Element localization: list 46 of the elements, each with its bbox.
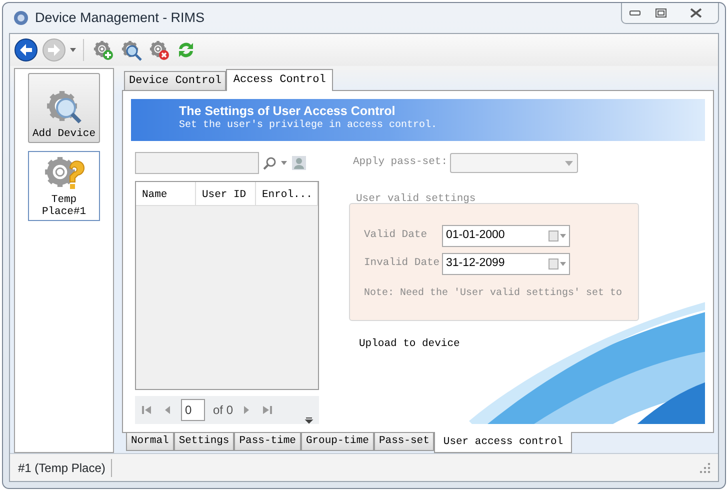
pass-set-dropdown[interactable] xyxy=(450,153,578,173)
resize-grip-icon[interactable] xyxy=(700,462,710,472)
status-text: #1 (Temp Place) xyxy=(18,458,112,476)
close-icon[interactable] xyxy=(690,8,702,18)
gear-x-icon[interactable] xyxy=(147,38,171,62)
last-page-icon[interactable] xyxy=(261,404,274,416)
caret-icon[interactable] xyxy=(564,160,573,166)
tab[interactable]: Access Control xyxy=(226,69,333,91)
banner-subtitle: Set the user's privilege in access control. xyxy=(179,119,438,133)
date-field[interactable]: 31-12-2099 xyxy=(442,253,570,275)
sidebar-item[interactable]: Add Device xyxy=(28,73,100,143)
upload-label: Upload to device xyxy=(359,337,461,352)
calendar-icon[interactable] xyxy=(548,230,566,242)
minimize-icon[interactable] xyxy=(629,9,641,17)
page-count: of 0 xyxy=(213,402,234,419)
banner-title: The Settings of User Access Control xyxy=(179,104,396,119)
column-header[interactable]: Enrol... xyxy=(256,182,318,205)
note-text: Note: Need the 'User valid settings' set to xyxy=(364,286,622,301)
tab[interactable]: User access control xyxy=(434,432,572,453)
gear-magnifier-icon[interactable] xyxy=(119,38,143,62)
tab[interactable]: Settings xyxy=(174,433,234,451)
gear-plus-icon[interactable] xyxy=(91,38,115,62)
column-header[interactable]: User ID xyxy=(196,182,256,205)
column-header[interactable]: Name xyxy=(136,182,196,205)
user-icon[interactable] xyxy=(291,155,307,171)
tab[interactable]: Pass-time xyxy=(234,433,301,451)
field-label: Invalid Date xyxy=(364,256,440,272)
sidebar-item[interactable]: Temp Place#1 xyxy=(28,151,100,221)
group-label: User valid settings xyxy=(356,192,476,207)
maximize-icon[interactable] xyxy=(655,8,667,18)
tab[interactable]: Pass-set xyxy=(374,433,434,451)
window-title: Device Management - RIMS xyxy=(35,8,205,27)
caret-icon[interactable] xyxy=(70,48,76,52)
first-page-icon[interactable] xyxy=(141,404,153,416)
search-field[interactable] xyxy=(135,152,259,174)
tab[interactable]: Device Control xyxy=(124,71,226,90)
date-field[interactable]: 01-01-2000 xyxy=(442,225,570,247)
app-icon xyxy=(13,10,29,26)
field-label: Apply pass-set: xyxy=(353,155,448,170)
page-field[interactable]: 0 xyxy=(181,399,205,421)
caret-icon[interactable] xyxy=(281,161,287,165)
tab[interactable]: Group-time xyxy=(300,433,374,451)
search-icon[interactable] xyxy=(263,156,277,170)
field-label: Valid Date xyxy=(364,228,428,244)
calendar-icon[interactable] xyxy=(548,258,566,270)
tab[interactable]: Normal xyxy=(126,433,174,451)
